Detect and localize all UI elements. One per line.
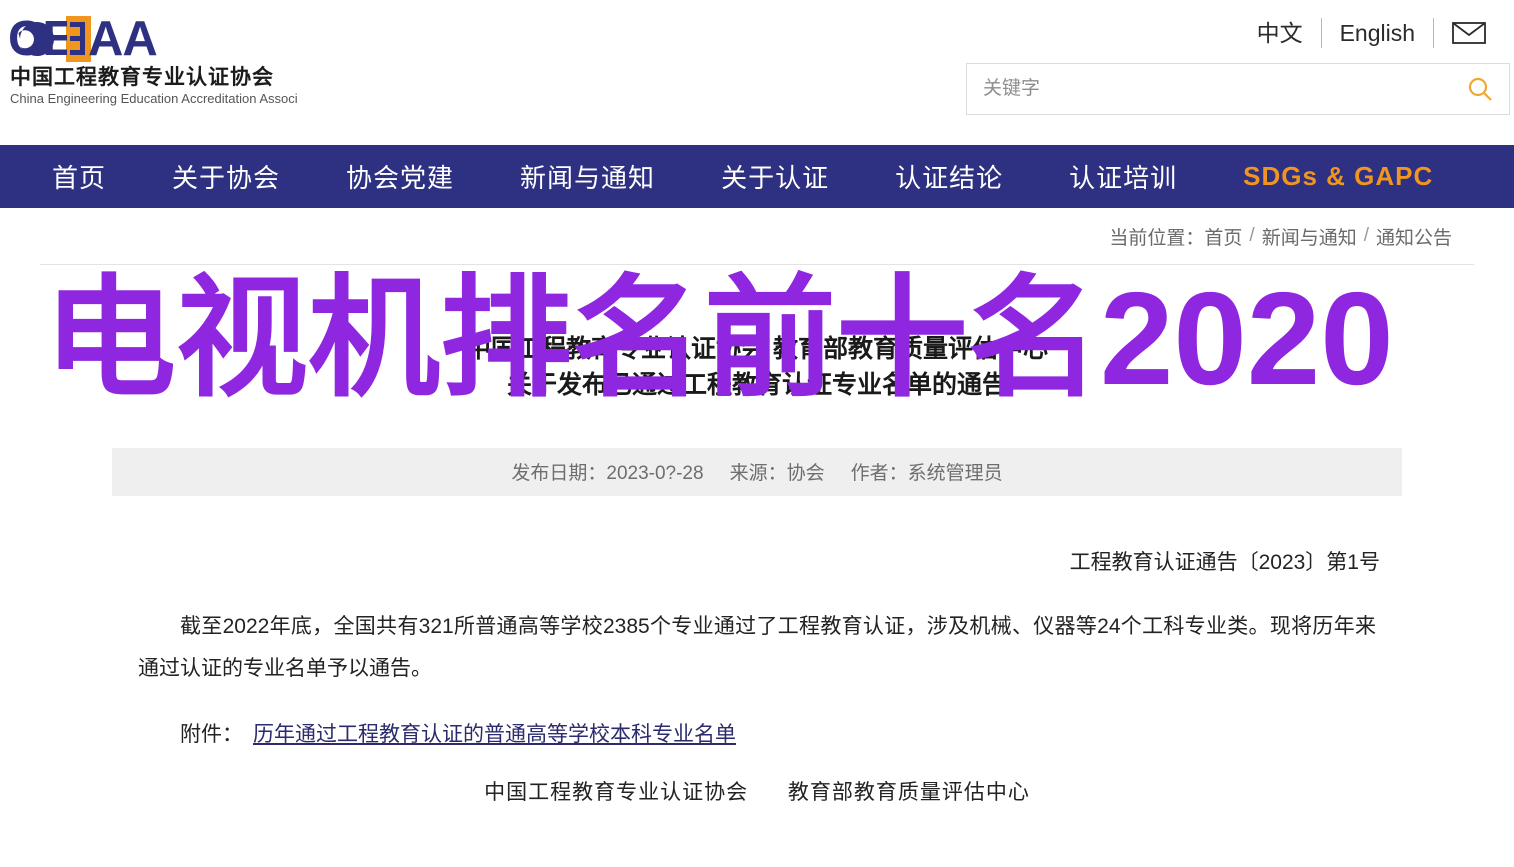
breadcrumb-separator-1: / (1249, 225, 1255, 246)
lang-chinese[interactable]: 中文 (1239, 14, 1321, 52)
nav-accreditation-training[interactable]: 认证培训 (1069, 158, 1177, 195)
breadcrumb-prefix: 当前位置： (1109, 227, 1205, 249)
content-area: 当前位置： 首页 / 新闻与通知 / 通知公告 中国工程教育专业认证协会 教育部… (0, 208, 1514, 806)
breadcrumb-item-home[interactable]: 首页 (1204, 223, 1242, 250)
article-title-line1: 中国工程教育专业认证协会 教育部教育质量评估中心 (466, 335, 1048, 363)
page-root: CE AA 中国工程教育专业认证协会 China Engineering Edu… (0, 0, 1514, 867)
site-logo[interactable]: CE AA 中国工程教育专业认证协会 China Engineering Edu… (8, 8, 298, 128)
signature-center: 教育部教育质量评估中心 (787, 780, 1030, 804)
article-title-line2: 关于发布已通过工程教育认证专业名单的通告 (506, 371, 1007, 400)
nav-party-building[interactable]: 协会党建 (346, 158, 454, 195)
nav-about-accreditation[interactable]: 关于认证 (721, 158, 829, 195)
search-bar[interactable] (966, 63, 1510, 115)
svg-text:CE: CE (8, 12, 74, 66)
nav-about-association[interactable]: 关于协会 (172, 158, 280, 195)
article-paragraph: 截至2022年底，全国共有321所普通高等学校2385个专业通过了工程教育认证，… (138, 614, 1376, 680)
attachment-link[interactable]: 历年通过工程教育认证的普通高等学校本科专业名单 (253, 723, 736, 746)
mail-icon[interactable] (1434, 21, 1492, 45)
breadcrumb: 当前位置： 首页 / 新闻与通知 / 通知公告 (32, 208, 1482, 264)
main-nav: 首页 关于协会 协会党建 新闻与通知 关于认证 认证结论 认证培训 SDGs &… (0, 145, 1514, 208)
article: 中国工程教育专业认证协会 教育部教育质量评估中心 关于发布已通过工程教育认证专业… (32, 265, 1482, 806)
article-publish-date: 发布日期：2023-0?-28 (511, 463, 704, 484)
nav-news-notice[interactable]: 新闻与通知 (520, 158, 655, 195)
signature-association: 中国工程教育专业认证协会 (484, 780, 749, 804)
search-input[interactable] (967, 78, 1451, 100)
nav-sdgs-gapc[interactable]: SDGs & GAPC (1243, 161, 1433, 192)
svg-text:AA: AA (88, 12, 157, 66)
article-author: 作者：系统管理员 (850, 463, 1003, 484)
ceeaa-logo-icon: CE AA 中国工程教育专业认证协会 China Engineering Edu… (8, 12, 298, 106)
top-links: 中文 English (1239, 14, 1492, 52)
lang-english[interactable]: English (1322, 14, 1433, 52)
attachment-row: 附件： 历年通过工程教育认证的普通高等学校本科专业名单 (180, 718, 1442, 748)
breadcrumb-separator-2: / (1363, 225, 1369, 246)
svg-text:China Engineering Education Ac: China Engineering Education Accreditatio… (10, 91, 298, 106)
search-button[interactable] (1451, 64, 1509, 114)
article-meta: 发布日期：2023-0?-28 来源：协会 作者：系统管理员 (112, 447, 1402, 496)
breadcrumb-item-news[interactable]: 新闻与通知 (1262, 223, 1357, 250)
article-signature: 中国工程教育专业认证协会 教育部教育质量评估中心 (72, 776, 1442, 806)
breadcrumb-item-notice[interactable]: 通知公告 (1376, 223, 1452, 250)
attachment-label: 附件： (180, 722, 243, 746)
article-source: 来源：协会 (729, 463, 825, 484)
site-header: CE AA 中国工程教育专业认证协会 China Engineering Edu… (0, 0, 1514, 145)
svg-text:中国工程教育专业认证协会: 中国工程教育专业认证协会 (10, 65, 274, 89)
nav-accreditation-results[interactable]: 认证结论 (895, 158, 1003, 195)
nav-home[interactable]: 首页 (52, 158, 106, 195)
article-title: 中国工程教育专业认证协会 教育部教育质量评估中心 关于发布已通过工程教育认证专业… (72, 331, 1442, 404)
document-number: 工程教育认证通告〔2023〕第1号 (1069, 550, 1380, 574)
